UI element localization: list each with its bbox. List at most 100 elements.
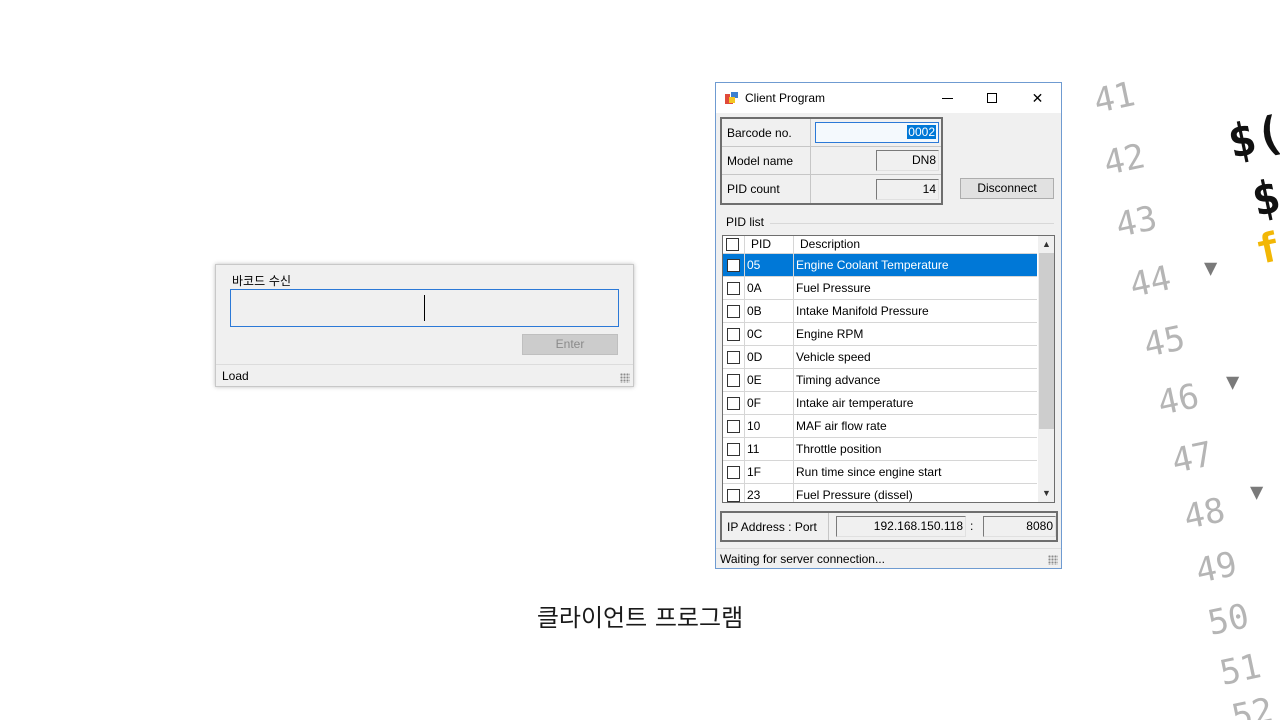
deco-number: 43 bbox=[1112, 198, 1161, 246]
deco-number: 50 bbox=[1204, 596, 1253, 644]
row-checkbox[interactable] bbox=[727, 282, 740, 295]
enter-button[interactable]: Enter bbox=[522, 334, 618, 355]
table-row[interactable]: 0E Timing advance bbox=[723, 369, 1037, 392]
pid-cell[interactable]: 0C bbox=[745, 323, 794, 345]
title-bar[interactable]: Client Program ✕ bbox=[716, 83, 1061, 113]
pid-cell[interactable]: 23 bbox=[745, 484, 794, 502]
description-cell[interactable]: Engine RPM bbox=[794, 323, 1037, 345]
pid-cell[interactable]: 0D bbox=[745, 346, 794, 368]
app-icon bbox=[725, 91, 739, 104]
row-checkbox-cell bbox=[723, 484, 745, 502]
status-text: Load bbox=[222, 369, 249, 383]
pid-cell[interactable]: 10 bbox=[745, 415, 794, 437]
scroll-up-icon[interactable]: ▲ bbox=[1038, 236, 1054, 253]
minimize-icon bbox=[942, 98, 953, 99]
pid-cell[interactable]: 0B bbox=[745, 300, 794, 322]
description-cell[interactable]: MAF air flow rate bbox=[794, 415, 1037, 437]
pid-cell[interactable]: 0F bbox=[745, 392, 794, 414]
close-button[interactable]: ✕ bbox=[1015, 83, 1060, 113]
barcode-dialog: 바코드 수신 Enter Load bbox=[215, 264, 634, 387]
pid-count-label: PID count bbox=[727, 182, 780, 196]
row-checkbox[interactable] bbox=[727, 443, 740, 456]
pid-cell[interactable]: 05 bbox=[745, 254, 794, 276]
resize-grip-icon[interactable] bbox=[620, 373, 630, 383]
table-row[interactable]: 1F Run time since engine start bbox=[723, 461, 1037, 484]
table-row[interactable]: 0F Intake air temperature bbox=[723, 392, 1037, 415]
description-cell[interactable]: Run time since engine start bbox=[794, 461, 1037, 483]
row-checkbox[interactable] bbox=[727, 466, 740, 479]
row-checkbox[interactable] bbox=[727, 305, 740, 318]
pid-cell[interactable]: 1F bbox=[745, 461, 794, 483]
port-separator: : bbox=[970, 519, 974, 533]
table-row[interactable]: 23 Fuel Pressure (dissel) bbox=[723, 484, 1037, 502]
deco-number: 49 bbox=[1192, 544, 1241, 592]
description-cell[interactable]: Fuel Pressure (dissel) bbox=[794, 484, 1037, 502]
table-row[interactable]: 05 Engine Coolant Temperature bbox=[723, 254, 1037, 277]
deco-number: 51 bbox=[1216, 646, 1265, 694]
maximize-button[interactable] bbox=[970, 83, 1015, 113]
scroll-thumb[interactable] bbox=[1039, 253, 1054, 429]
pid-cell[interactable]: 0A bbox=[745, 277, 794, 299]
description-cell[interactable]: Fuel Pressure bbox=[794, 277, 1037, 299]
row-checkbox-cell bbox=[723, 438, 745, 460]
column-header-pid[interactable]: PID bbox=[745, 236, 794, 253]
minimize-button[interactable] bbox=[925, 83, 970, 113]
info-table: Barcode no. 0002 Model name DN8 PID coun… bbox=[720, 117, 943, 205]
model-name-field[interactable]: DN8 bbox=[876, 150, 939, 171]
pid-list-grid[interactable]: PID Description 05 Engine Coolant Tempera… bbox=[722, 235, 1055, 503]
row-checkbox[interactable] bbox=[727, 489, 740, 502]
description-cell[interactable]: Engine Coolant Temperature bbox=[794, 254, 1037, 276]
barcode-no-field[interactable]: 0002 bbox=[815, 122, 939, 143]
model-name-label: Model name bbox=[727, 154, 794, 168]
table-row[interactable]: 0C Engine RPM bbox=[723, 323, 1037, 346]
table-row[interactable]: 0A Fuel Pressure bbox=[723, 277, 1037, 300]
pid-count-field[interactable]: 14 bbox=[876, 179, 939, 200]
row-checkbox[interactable] bbox=[727, 328, 740, 341]
row-checkbox-cell bbox=[723, 369, 745, 391]
pid-cell[interactable]: 11 bbox=[745, 438, 794, 460]
description-cell[interactable]: Intake air temperature bbox=[794, 392, 1037, 414]
decorative-code-art: 41 42 43 44 ▼ 45 46 ▼ 47 48 ▼ 49 50 51 5… bbox=[1080, 0, 1280, 720]
barcode-input[interactable] bbox=[230, 289, 619, 327]
status-bar: Waiting for server connection... bbox=[716, 548, 1061, 568]
deco-number: 47 bbox=[1168, 434, 1217, 482]
row-checkbox[interactable] bbox=[727, 420, 740, 433]
table-row[interactable]: 11 Throttle position bbox=[723, 438, 1037, 461]
description-cell[interactable]: Throttle position bbox=[794, 438, 1037, 460]
port-field[interactable]: 8080 bbox=[983, 516, 1056, 537]
barcode-no-value: 0002 bbox=[907, 125, 936, 139]
vertical-scrollbar[interactable]: ▲ ▼ bbox=[1038, 236, 1054, 502]
barcode-row: Barcode no. 0002 bbox=[722, 119, 941, 147]
row-checkbox-cell bbox=[723, 415, 745, 437]
row-checkbox[interactable] bbox=[727, 351, 740, 364]
pid-list-caption: PID list bbox=[726, 215, 767, 229]
barcode-no-label: Barcode no. bbox=[727, 126, 792, 140]
table-row[interactable]: 0B Intake Manifold Pressure bbox=[723, 300, 1037, 323]
description-cell[interactable]: Vehicle speed bbox=[794, 346, 1037, 368]
resize-grip-icon[interactable] bbox=[1048, 555, 1058, 565]
table-row[interactable]: 10 MAF air flow rate bbox=[723, 415, 1037, 438]
table-row[interactable]: 0D Vehicle speed bbox=[723, 346, 1037, 369]
row-checkbox[interactable] bbox=[727, 397, 740, 410]
code-fragment: $( bbox=[1246, 162, 1280, 228]
groupbox-line bbox=[770, 223, 1054, 224]
ip-address-field[interactable]: 192.168.150.118 bbox=[836, 516, 966, 537]
deco-number: 44 bbox=[1126, 258, 1175, 306]
window-title: Client Program bbox=[745, 91, 826, 105]
row-checkbox[interactable] bbox=[727, 374, 740, 387]
pid-cell[interactable]: 0E bbox=[745, 369, 794, 391]
description-cell[interactable]: Timing advance bbox=[794, 369, 1037, 391]
deco-number: 42 bbox=[1100, 136, 1149, 184]
row-checkbox-cell bbox=[723, 392, 745, 414]
row-checkbox[interactable] bbox=[727, 259, 740, 272]
column-header-description[interactable]: Description bbox=[794, 236, 1037, 253]
disconnect-button[interactable]: Disconnect bbox=[960, 178, 1054, 199]
deco-number: 41 bbox=[1090, 74, 1139, 122]
description-cell[interactable]: Intake Manifold Pressure bbox=[794, 300, 1037, 322]
code-fragment: f bbox=[1251, 223, 1280, 275]
barcode-label: 바코드 수신 bbox=[232, 274, 292, 288]
row-checkbox-cell bbox=[723, 277, 745, 299]
row-checkbox-cell bbox=[723, 254, 745, 276]
select-all-checkbox[interactable] bbox=[726, 238, 739, 251]
scroll-down-icon[interactable]: ▼ bbox=[1038, 485, 1054, 502]
